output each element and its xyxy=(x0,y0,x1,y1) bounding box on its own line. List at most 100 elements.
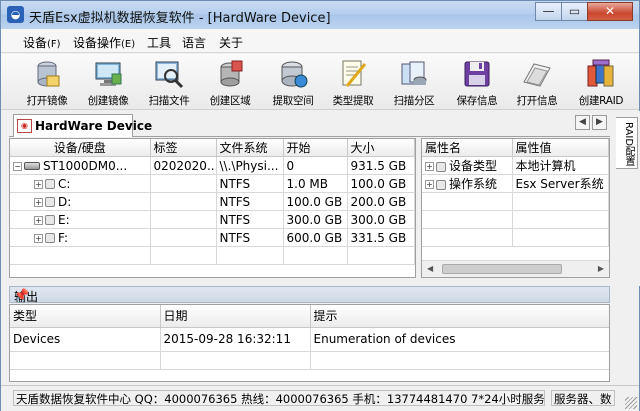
minimize-button[interactable]: — xyxy=(535,2,562,21)
tab-scroll-right-button[interactable]: ▶ xyxy=(592,115,607,130)
menu-device[interactable]: 设备(F) xyxy=(23,34,61,51)
create-image-button[interactable]: 创建镜像 xyxy=(78,56,138,108)
partition-name: E: xyxy=(58,212,70,227)
column-header-size[interactable]: 大小 xyxy=(347,139,415,157)
resize-grip-icon[interactable] xyxy=(625,397,637,409)
column-header-property-value[interactable]: 属性值 xyxy=(512,139,609,157)
table-row-empty xyxy=(10,246,415,265)
expand-icon[interactable]: + xyxy=(34,215,43,225)
device-name: ST1000DM0... xyxy=(43,158,128,173)
column-header-date[interactable]: 日期 xyxy=(160,305,311,328)
property-name: 设备类型 xyxy=(449,159,498,173)
type-extract-button[interactable]: 类型提取 xyxy=(323,56,383,108)
column-header-hint[interactable]: 提示 xyxy=(310,305,609,328)
device-label: 0202020... xyxy=(150,156,217,175)
create-raid-icon xyxy=(587,59,614,87)
partition-label xyxy=(150,192,217,211)
device-table-pane: 设备/硬盘 标签 文件系统 开始 大小 − ST1000DM0... 020202… xyxy=(9,138,416,278)
partition-icon xyxy=(45,197,55,207)
status-bar: 天盾数据恢复软件中心 QQ：4000076365 热线：4000076365 手… xyxy=(1,385,639,411)
partition-size: 300.0 GB xyxy=(347,210,415,229)
scan-files-icon xyxy=(155,61,184,89)
column-header-device[interactable]: 设备/硬盘 xyxy=(10,139,151,157)
extract-space-icon xyxy=(281,61,308,88)
tab-scroll-left-button[interactable]: ◀ xyxy=(575,115,590,130)
table-row[interactable]: − ST1000DM0... 0202020... \\.\Physi... 0 … xyxy=(10,156,415,175)
open-info-icon xyxy=(523,63,551,87)
device-start: 0 xyxy=(283,156,348,175)
create-raid-button[interactable]: 创建RAID xyxy=(571,56,631,108)
create-region-icon xyxy=(220,60,243,87)
partition-start: 100.0 GB xyxy=(283,192,348,211)
table-row[interactable]: Devices 2015-09-28 16:32:11 Enumeration … xyxy=(10,327,609,352)
column-header-start[interactable]: 开始 xyxy=(283,139,348,157)
table-row[interactable]: + C: NTFS 1.0 MB 100.0 GB xyxy=(10,174,415,193)
property-table-pane: 属性名 属性值 + 设备类型 本地计算机 + 操作系统 Esx Server系统 ◀ xyxy=(421,138,610,278)
expand-icon[interactable]: + xyxy=(34,233,43,243)
partition-label xyxy=(150,174,217,193)
column-header-label[interactable]: 标签 xyxy=(150,139,217,157)
device-table: 设备/硬盘 标签 文件系统 开始 大小 − ST1000DM0... 020202… xyxy=(10,139,415,265)
table-row[interactable]: + F: NTFS 600.0 GB 331.5 GB xyxy=(10,228,415,247)
table-row[interactable]: + D: NTFS 100.0 GB 200.0 GB xyxy=(10,192,415,211)
property-table: 属性名 属性值 + 设备类型 本地计算机 + 操作系统 Esx Server系统 xyxy=(422,139,609,247)
partition-filesystem: NTFS xyxy=(216,228,284,247)
open-image-button[interactable]: 打开镜像 xyxy=(17,56,77,108)
scan-partition-button[interactable]: 扫描分区 xyxy=(384,56,444,108)
menu-device-ops[interactable]: 设备操作(E) xyxy=(73,34,135,51)
output-table: 类型 日期 提示 Devices 2015-09-28 16:32:11 Enu… xyxy=(10,305,609,370)
open-info-button[interactable]: 打开信息 xyxy=(507,56,567,108)
extract-space-button[interactable]: 提取空间 xyxy=(263,56,323,108)
hard-disk-icon xyxy=(24,162,40,170)
property-icon xyxy=(436,161,446,172)
save-info-button[interactable]: 保存信息 xyxy=(447,56,507,108)
menu-language[interactable]: 语言 xyxy=(182,34,206,51)
partition-start: 300.0 GB xyxy=(283,210,348,229)
column-header-type[interactable]: 类型 xyxy=(10,305,161,328)
property-icon xyxy=(436,179,446,190)
partition-label xyxy=(150,228,217,247)
scroll-left-icon[interactable]: ◀ xyxy=(427,264,433,273)
expand-icon[interactable]: + xyxy=(34,197,43,207)
partition-label xyxy=(150,210,217,229)
table-row[interactable]: + E: NTFS 300.0 GB 300.0 GB xyxy=(10,210,415,229)
tab-raid-config[interactable]: RAID配置 xyxy=(616,117,638,169)
save-info-icon xyxy=(464,61,490,87)
expand-icon[interactable]: + xyxy=(425,180,434,189)
window-controls: — ▭ ✕ xyxy=(535,2,633,21)
table-row[interactable]: + 设备类型 本地计算机 xyxy=(422,156,609,175)
tab-hardware-device[interactable]: ◉ HardWare Device xyxy=(13,114,152,137)
partition-filesystem: NTFS xyxy=(216,192,284,211)
scan-files-button[interactable]: 扫描文件 xyxy=(139,56,199,108)
collapse-icon[interactable]: − xyxy=(13,161,22,171)
expand-icon[interactable]: + xyxy=(34,179,43,189)
output-type: Devices xyxy=(10,327,161,352)
maximize-button[interactable]: ▭ xyxy=(561,2,588,21)
partition-size: 200.0 GB xyxy=(347,192,415,211)
close-button[interactable]: ✕ xyxy=(587,2,633,21)
partition-size: 331.5 GB xyxy=(347,228,415,247)
document-icon: ◉ xyxy=(17,119,32,133)
column-header-property-name[interactable]: 属性名 xyxy=(422,139,513,157)
partition-start: 600.0 GB xyxy=(283,228,348,247)
output-panel-header: 输出 📌 xyxy=(9,286,610,304)
create-region-button[interactable]: 创建区域 xyxy=(200,56,260,108)
horizontal-scrollbar[interactable]: ◀ ▶ xyxy=(422,260,609,277)
table-row-empty xyxy=(422,210,609,229)
create-image-icon xyxy=(95,62,122,86)
partition-icon xyxy=(45,179,55,189)
menu-tools[interactable]: 工具 xyxy=(147,34,171,51)
scrollbar-thumb[interactable] xyxy=(442,264,562,274)
window-title: 天盾Esx虚拟机数据恢复软件 - [HardWare Device] xyxy=(29,11,331,26)
scroll-right-icon[interactable]: ▶ xyxy=(598,264,604,273)
table-row-empty xyxy=(10,351,609,370)
app-icon: ◒ xyxy=(7,6,24,23)
menu-about[interactable]: 关于 xyxy=(219,34,243,51)
partition-filesystem: NTFS xyxy=(216,174,284,193)
pin-icon[interactable]: 📌 xyxy=(14,288,605,302)
status-service-info: 服务器、数 xyxy=(551,390,615,406)
table-row[interactable]: + 操作系统 Esx Server系统 xyxy=(422,174,609,193)
expand-icon[interactable]: + xyxy=(425,162,434,171)
type-extract-icon xyxy=(342,60,367,87)
column-header-filesystem[interactable]: 文件系统 xyxy=(216,139,284,157)
